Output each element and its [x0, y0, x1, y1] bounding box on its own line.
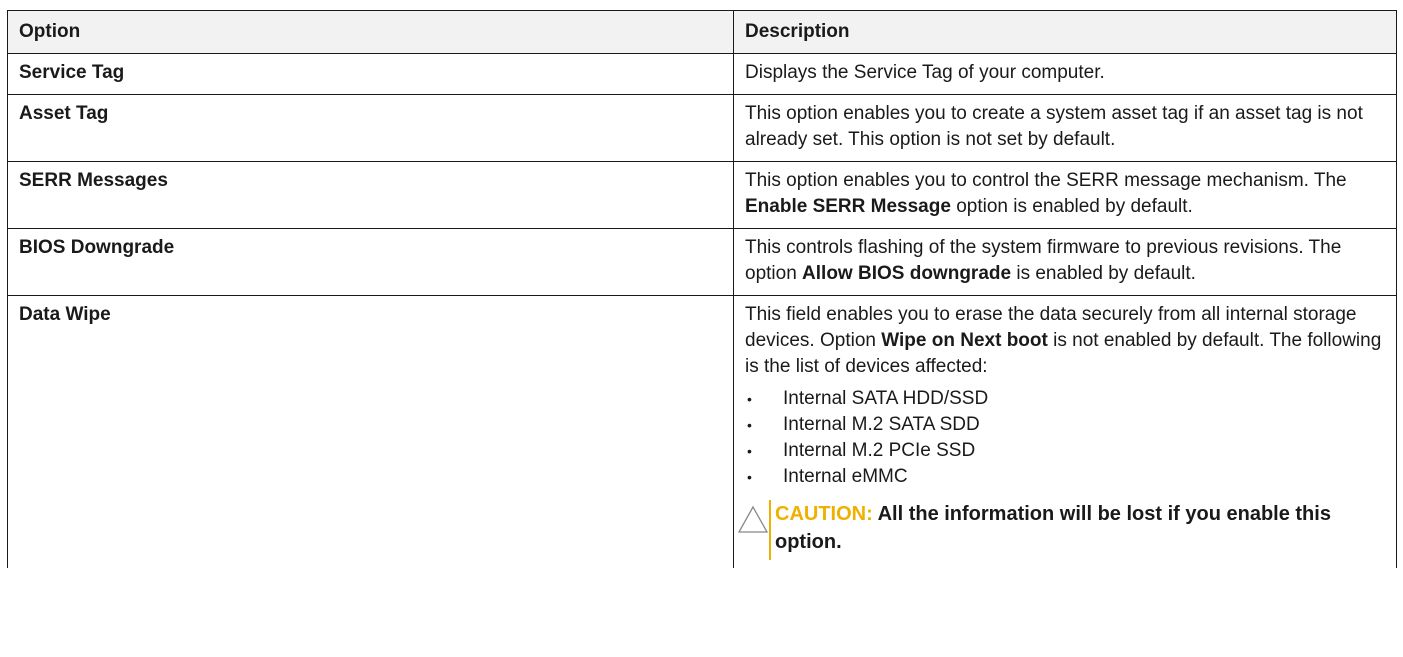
bios-options-table: Option Description Service Tag Displays …: [7, 10, 1397, 568]
description-text: This field enables you to erase the data…: [745, 302, 1386, 380]
description-cell: This field enables you to erase the data…: [733, 295, 1397, 568]
caution-note: CAUTION: All the information will be los…: [737, 500, 1386, 560]
description-text: Displays the Service Tag of your compute…: [745, 60, 1386, 86]
description-emphasis: Wipe on Next boot: [881, 330, 1048, 351]
description-cell: Displays the Service Tag of your compute…: [733, 53, 1397, 95]
caution-label: CAUTION:: [775, 503, 873, 525]
description-run: is enabled by default.: [1011, 263, 1196, 284]
bullet-dot-icon: •: [747, 443, 752, 459]
table-header-row: Option Description: [7, 10, 1397, 54]
bullet-dot-icon: •: [747, 391, 752, 407]
list-item: • Internal eMMC: [745, 464, 1386, 490]
description-emphasis: Enable SERR Message: [745, 196, 951, 217]
description-text: This option enables you to control the S…: [745, 168, 1386, 220]
table-body: Service Tag Displays the Service Tag of …: [7, 53, 1397, 568]
table-row: Data Wipe This field enables you to eras…: [7, 295, 1397, 568]
description-run: This option enables you to create a syst…: [745, 103, 1363, 150]
description-cell: This option enables you to create a syst…: [733, 94, 1397, 162]
description-cell: This option enables you to control the S…: [733, 161, 1397, 229]
affected-devices-list: • Internal SATA HDD/SSD • Internal M.2 SAT…: [745, 386, 1386, 490]
caution-triangle-icon: [737, 505, 769, 533]
list-item-text: Internal eMMC: [783, 466, 908, 487]
description-run: option is enabled by default.: [950, 196, 1193, 217]
description-text: This option enables you to create a syst…: [745, 101, 1386, 153]
option-name-cell: SERR Messages: [7, 161, 734, 229]
table-row: Service Tag Displays the Service Tag of …: [7, 53, 1397, 95]
description-emphasis: Allow BIOS downgrade: [802, 263, 1012, 284]
column-header-description: Description: [733, 10, 1397, 54]
caution-text: CAUTION: All the information will be los…: [769, 500, 1386, 560]
list-item-text: Internal SATA HDD/SSD: [783, 388, 989, 409]
list-item: • Internal M.2 SATA SDD: [745, 412, 1386, 438]
bullet-dot-icon: •: [747, 417, 752, 433]
table-row: SERR Messages This option enables you to…: [7, 161, 1397, 229]
column-header-option: Option: [7, 10, 734, 54]
list-item: • Internal M.2 PCIe SSD: [745, 438, 1386, 464]
option-name-cell: Data Wipe: [7, 295, 734, 568]
bullet-dot-icon: •: [747, 469, 752, 485]
description-run: Displays the Service Tag of your compute…: [745, 62, 1105, 83]
list-item-text: Internal M.2 SATA SDD: [783, 414, 980, 435]
description-cell: This controls flashing of the system fir…: [733, 228, 1397, 296]
option-name-cell: Asset Tag: [7, 94, 734, 162]
table-row: Asset Tag This option enables you to cre…: [7, 94, 1397, 162]
table-row: BIOS Downgrade This controls flashing of…: [7, 228, 1397, 296]
option-name-cell: Service Tag: [7, 53, 734, 95]
description-text: This controls flashing of the system fir…: [745, 235, 1386, 287]
option-name-cell: BIOS Downgrade: [7, 228, 734, 296]
list-item: • Internal SATA HDD/SSD: [745, 386, 1386, 412]
description-run: This option enables you to control the S…: [745, 170, 1347, 191]
list-item-text: Internal M.2 PCIe SSD: [783, 440, 976, 461]
